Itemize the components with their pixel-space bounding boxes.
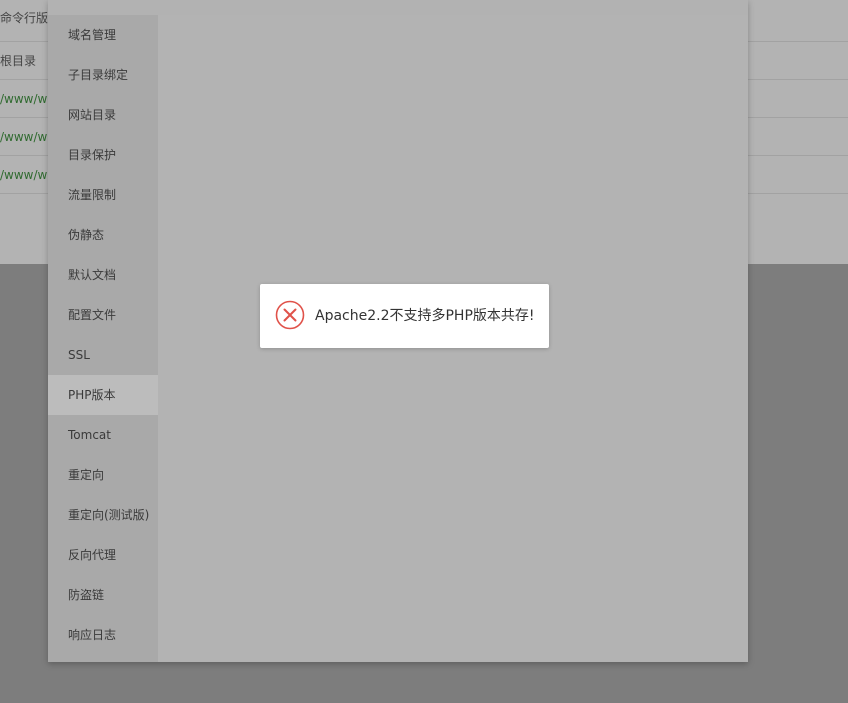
sidebar-item-redirect[interactable]: 重定向 xyxy=(48,455,158,495)
bg-row-path: /www/w xyxy=(0,92,48,106)
sidebar-item-redirect-beta[interactable]: 重定向(测试版) xyxy=(48,495,158,535)
sidebar-item-tomcat[interactable]: Tomcat xyxy=(48,415,158,455)
error-toast: Apache2.2不支持多PHP版本共存! xyxy=(260,284,549,348)
sidebar-item-config-file[interactable]: 配置文件 xyxy=(48,295,158,335)
sidebar-item-rewrite[interactable]: 伪静态 xyxy=(48,215,158,255)
sidebar-item-reverse-proxy[interactable]: 反向代理 xyxy=(48,535,158,575)
sidebar-item-ssl[interactable]: SSL xyxy=(48,335,158,375)
sidebar-item-traffic-limit[interactable]: 流量限制 xyxy=(48,175,158,215)
bg-row-path: /www/w xyxy=(0,168,48,182)
modal-header xyxy=(48,0,748,16)
bg-row-path: /www/w xyxy=(0,130,48,144)
toast-message: Apache2.2不支持多PHP版本共存! xyxy=(315,308,535,324)
bg-row-text: 根目录 xyxy=(0,54,37,68)
sidebar-item-php-version[interactable]: PHP版本 xyxy=(48,375,158,415)
sidebar-item-domain-management[interactable]: 域名管理 xyxy=(48,15,158,55)
sidebar-item-subdirectory-binding[interactable]: 子目录绑定 xyxy=(48,55,158,95)
error-circle-icon xyxy=(275,300,305,330)
sidebar-item-site-directory[interactable]: 网站目录 xyxy=(48,95,158,135)
bg-row-text: 命令行版 xyxy=(0,11,49,25)
sidebar-item-directory-protection[interactable]: 目录保护 xyxy=(48,135,158,175)
sidebar-item-hotlink-protection[interactable]: 防盗链 xyxy=(48,575,158,615)
settings-sidebar: 域名管理 子目录绑定 网站目录 目录保护 流量限制 伪静态 默认文档 配置文件 … xyxy=(48,15,158,662)
sidebar-item-default-document[interactable]: 默认文档 xyxy=(48,255,158,295)
sidebar-item-response-log[interactable]: 响应日志 xyxy=(48,615,158,655)
